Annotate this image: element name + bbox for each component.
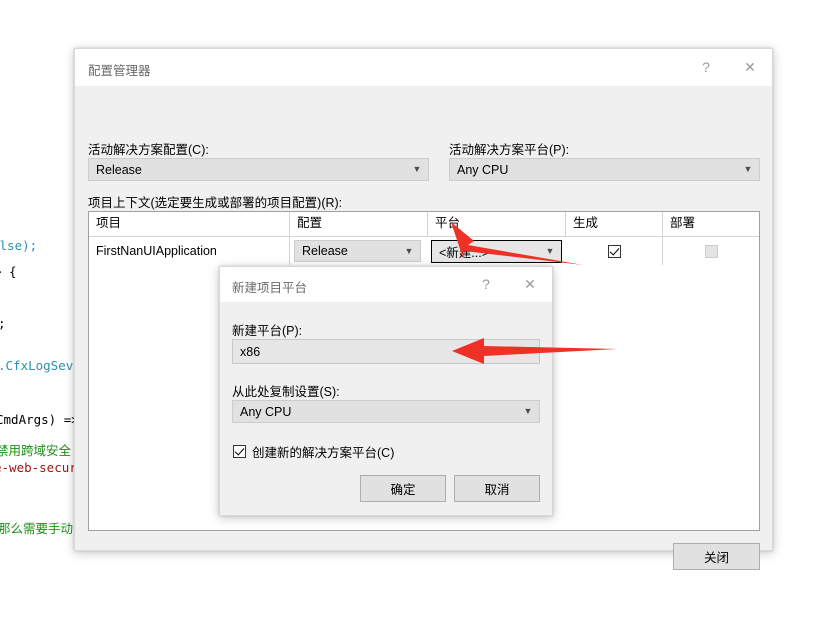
cell-configuration[interactable]: Release ▼ xyxy=(290,237,428,265)
deploy-checkbox xyxy=(704,244,718,258)
create-solution-platform-label: 创建新的解决方案平台(C) xyxy=(252,446,395,460)
code-line: e-web-secur xyxy=(0,460,77,475)
code-line: alse); xyxy=(0,238,38,253)
close-icon[interactable]: ✕ xyxy=(508,267,552,301)
code-line: 那么需要手动 xyxy=(0,521,74,536)
code-line: .CfxLogSeve xyxy=(0,358,81,373)
column-header-deploy[interactable]: 部署 xyxy=(663,212,759,236)
active-solution-config-value: Release xyxy=(96,162,142,177)
active-solution-platform-value: Any CPU xyxy=(457,162,509,177)
dialog-title: 配置管理器 xyxy=(88,64,151,78)
column-header-build[interactable]: 生成 xyxy=(566,212,663,236)
close-icon[interactable]: ✕ xyxy=(728,49,772,85)
table-row[interactable]: FirstNanUIApplication Release ▼ <新建...> … xyxy=(89,237,759,265)
ok-button[interactable]: 确定 xyxy=(360,475,446,502)
code-line: ; xyxy=(0,316,6,331)
code-line: > { xyxy=(0,264,17,279)
new-platform-textbox[interactable]: x86 xyxy=(232,339,540,364)
dialog-title: 新建项目平台 xyxy=(232,281,308,295)
active-solution-config-combo[interactable]: Release ▼ xyxy=(88,158,429,181)
new-platform-value: x86 xyxy=(240,344,261,359)
titlebar: 新建项目平台 ? ✕ xyxy=(220,267,552,303)
close-button[interactable]: 关闭 xyxy=(673,543,760,570)
cell-project-name: FirstNanUIApplication xyxy=(89,237,290,265)
copy-settings-value: Any CPU xyxy=(240,404,292,419)
cell-build[interactable] xyxy=(566,237,663,265)
cell-deploy[interactable] xyxy=(663,237,759,265)
configuration-cell-combo[interactable]: Release ▼ xyxy=(294,240,421,262)
platform-cell-value: <新建...> xyxy=(439,245,490,260)
chevron-down-icon: ▼ xyxy=(412,164,422,174)
active-solution-platform-combo[interactable]: Any CPU ▼ xyxy=(449,158,760,181)
platform-cell-combo[interactable]: <新建...> ▼ xyxy=(431,239,562,263)
cancel-button[interactable]: 取消 xyxy=(454,475,540,502)
configuration-cell-value: Release xyxy=(302,244,348,258)
create-solution-platform-row[interactable]: 创建新的解决方案平台(C) xyxy=(233,442,394,461)
project-contexts-label: 项目上下文(选定要生成或部署的项目配置)(R): xyxy=(88,196,343,210)
copy-settings-label: 从此处复制设置(S): xyxy=(232,385,340,399)
code-line: 禁用跨域安全 xyxy=(0,443,72,458)
column-header-project[interactable]: 项目 xyxy=(89,212,290,236)
grid-header-row: 项目 配置 平台 生成 部署 xyxy=(89,212,759,237)
column-header-platform[interactable]: 平台 xyxy=(428,212,566,236)
titlebar: 配置管理器 ? ✕ xyxy=(75,49,772,87)
help-icon[interactable]: ? xyxy=(464,267,508,301)
active-solution-platform-label: 活动解决方案平台(P): xyxy=(449,143,570,157)
build-checkbox[interactable] xyxy=(607,244,621,258)
code-line: CmdArgs) => xyxy=(0,412,79,427)
active-solution-config-label: 活动解决方案配置(C): xyxy=(88,143,209,157)
new-platform-label: 新建平台(P): xyxy=(232,324,303,338)
chevron-down-icon: ▼ xyxy=(523,406,533,416)
chevron-down-icon: ▼ xyxy=(404,245,414,256)
column-header-configuration[interactable]: 配置 xyxy=(290,212,428,236)
cell-platform[interactable]: <新建...> ▼ xyxy=(428,237,566,265)
copy-settings-combo[interactable]: Any CPU ▼ xyxy=(232,400,540,423)
new-project-platform-dialog: 新建项目平台 ? ✕ 新建平台(P): x86 从此处复制设置(S): Any … xyxy=(219,266,553,516)
create-solution-platform-checkbox[interactable] xyxy=(233,445,246,458)
help-icon[interactable]: ? xyxy=(684,49,728,85)
chevron-down-icon: ▼ xyxy=(743,164,753,174)
chevron-down-icon: ▼ xyxy=(545,245,555,256)
